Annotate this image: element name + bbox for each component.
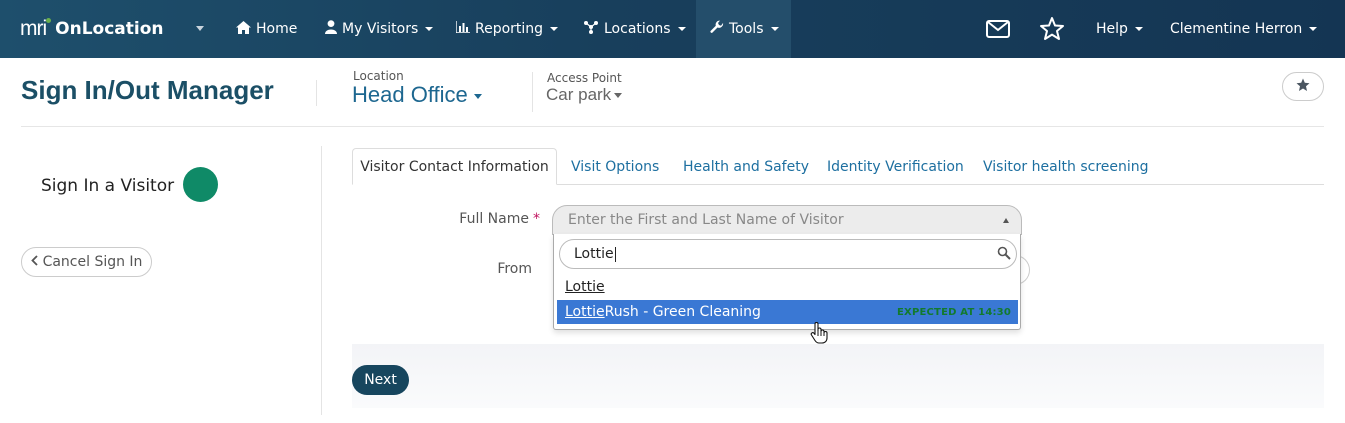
header-divider	[532, 72, 533, 112]
nav-locations[interactable]: Locations	[569, 0, 700, 58]
bar-chart-icon	[455, 21, 470, 37]
option-match-text: Lottie	[565, 279, 605, 295]
tab-health-and-safety[interactable]: Health and Safety	[683, 148, 809, 185]
header-divider	[316, 80, 317, 106]
user-menu[interactable]: Clementine Herron	[1156, 0, 1331, 58]
header-separator	[21, 126, 1324, 127]
tab-visitor-health-screening[interactable]: Visitor health screening	[983, 148, 1149, 185]
chevron-down-icon	[550, 27, 559, 31]
nav-locations-label: Locations	[604, 21, 671, 37]
nav-my-visitors[interactable]: My Visitors	[311, 0, 447, 58]
wrench-icon	[710, 20, 724, 38]
home-icon	[236, 20, 251, 38]
full-name-placeholder: Enter the First and Last Name of Visitor	[568, 212, 844, 228]
app-switcher-caret-icon[interactable]	[196, 26, 204, 31]
nav-help[interactable]: Help	[1082, 0, 1157, 58]
page-title: Sign In/Out Manager	[21, 75, 274, 105]
star-icon	[1296, 77, 1310, 96]
nav-home[interactable]: Home	[222, 0, 311, 58]
top-navbar: mri OnLocation Home My Visitors Reportin…	[0, 0, 1345, 58]
nav-reporting[interactable]: Reporting	[442, 0, 572, 58]
location-selector[interactable]: Head Office	[352, 82, 482, 108]
chevron-down-icon	[1309, 27, 1318, 31]
nav-tools[interactable]: Tools	[696, 0, 791, 58]
location-value: Head Office	[352, 82, 468, 107]
chevron-down-icon	[1134, 27, 1143, 31]
option-rest-text: Rush - Green Cleaning	[604, 304, 761, 320]
nav-help-label: Help	[1096, 21, 1128, 37]
caret-up-icon	[1003, 218, 1009, 223]
nav-reporting-label: Reporting	[475, 21, 544, 37]
chevron-down-icon	[614, 93, 623, 99]
chevron-down-icon	[425, 27, 434, 31]
tab-visitor-contact-information[interactable]: Visitor Contact Information	[352, 148, 557, 185]
nav-tools-label: Tools	[729, 21, 764, 37]
nav-home-label: Home	[256, 21, 298, 37]
chevron-down-icon	[677, 27, 686, 31]
favorites-star-icon[interactable]	[1038, 14, 1066, 44]
expected-badge: EXPECTED AT 14:30	[897, 306, 1011, 318]
access-point-value: Car park	[546, 85, 612, 104]
full-name-search-input[interactable]: Lottie	[559, 239, 1017, 269]
messages-envelope-icon[interactable]	[985, 14, 1013, 44]
brand-logo[interactable]: mri OnLocation	[20, 0, 164, 58]
access-point-selector[interactable]: Car park	[546, 85, 623, 105]
app-name: OnLocation	[55, 19, 164, 39]
mri-logo: mri	[20, 17, 51, 41]
chevron-left-icon	[30, 254, 38, 270]
full-name-label: Full Name *	[459, 211, 540, 227]
network-icon	[583, 20, 599, 38]
nav-my-visitors-label: My Visitors	[342, 21, 419, 37]
full-name-select[interactable]: Enter the First and Last Name of Visitor	[552, 205, 1022, 235]
tab-visit-options[interactable]: Visit Options	[571, 148, 659, 185]
favorite-page-button[interactable]	[1282, 72, 1324, 101]
next-button[interactable]: Next	[352, 365, 409, 395]
dropdown-option[interactable]: Lottie	[557, 275, 1018, 299]
dropdown-option-highlighted[interactable]: Lottie Rush - Green Cleaning EXPECTED AT…	[557, 300, 1018, 324]
search-value: Lottie	[574, 246, 614, 262]
search-icon	[997, 246, 1011, 264]
panel-divider	[321, 146, 322, 415]
chevron-down-icon	[770, 27, 779, 31]
required-asterisk: *	[533, 211, 540, 227]
tab-identity-verification[interactable]: Identity Verification	[827, 148, 964, 185]
user-name: Clementine Herron	[1170, 21, 1303, 37]
hand-pointer-cursor-icon	[810, 322, 828, 348]
option-match-text: Lottie	[565, 304, 605, 320]
form-footer	[352, 344, 1324, 408]
location-label: Location	[353, 69, 404, 83]
cancel-sign-in-label: Cancel Sign In	[42, 254, 143, 270]
user-icon	[325, 20, 337, 38]
sign-in-visitor-title: Sign In a Visitor	[41, 176, 175, 196]
chevron-down-icon	[473, 93, 482, 99]
status-indicator	[183, 167, 218, 202]
from-label: From	[497, 261, 532, 277]
full-name-dropdown: Lottie Lottie Lottie Rush - Green Cleani…	[553, 234, 1021, 330]
cancel-sign-in-button[interactable]: Cancel Sign In	[21, 247, 152, 277]
access-point-label: Access Point	[547, 71, 622, 85]
text-cursor	[614, 246, 616, 262]
